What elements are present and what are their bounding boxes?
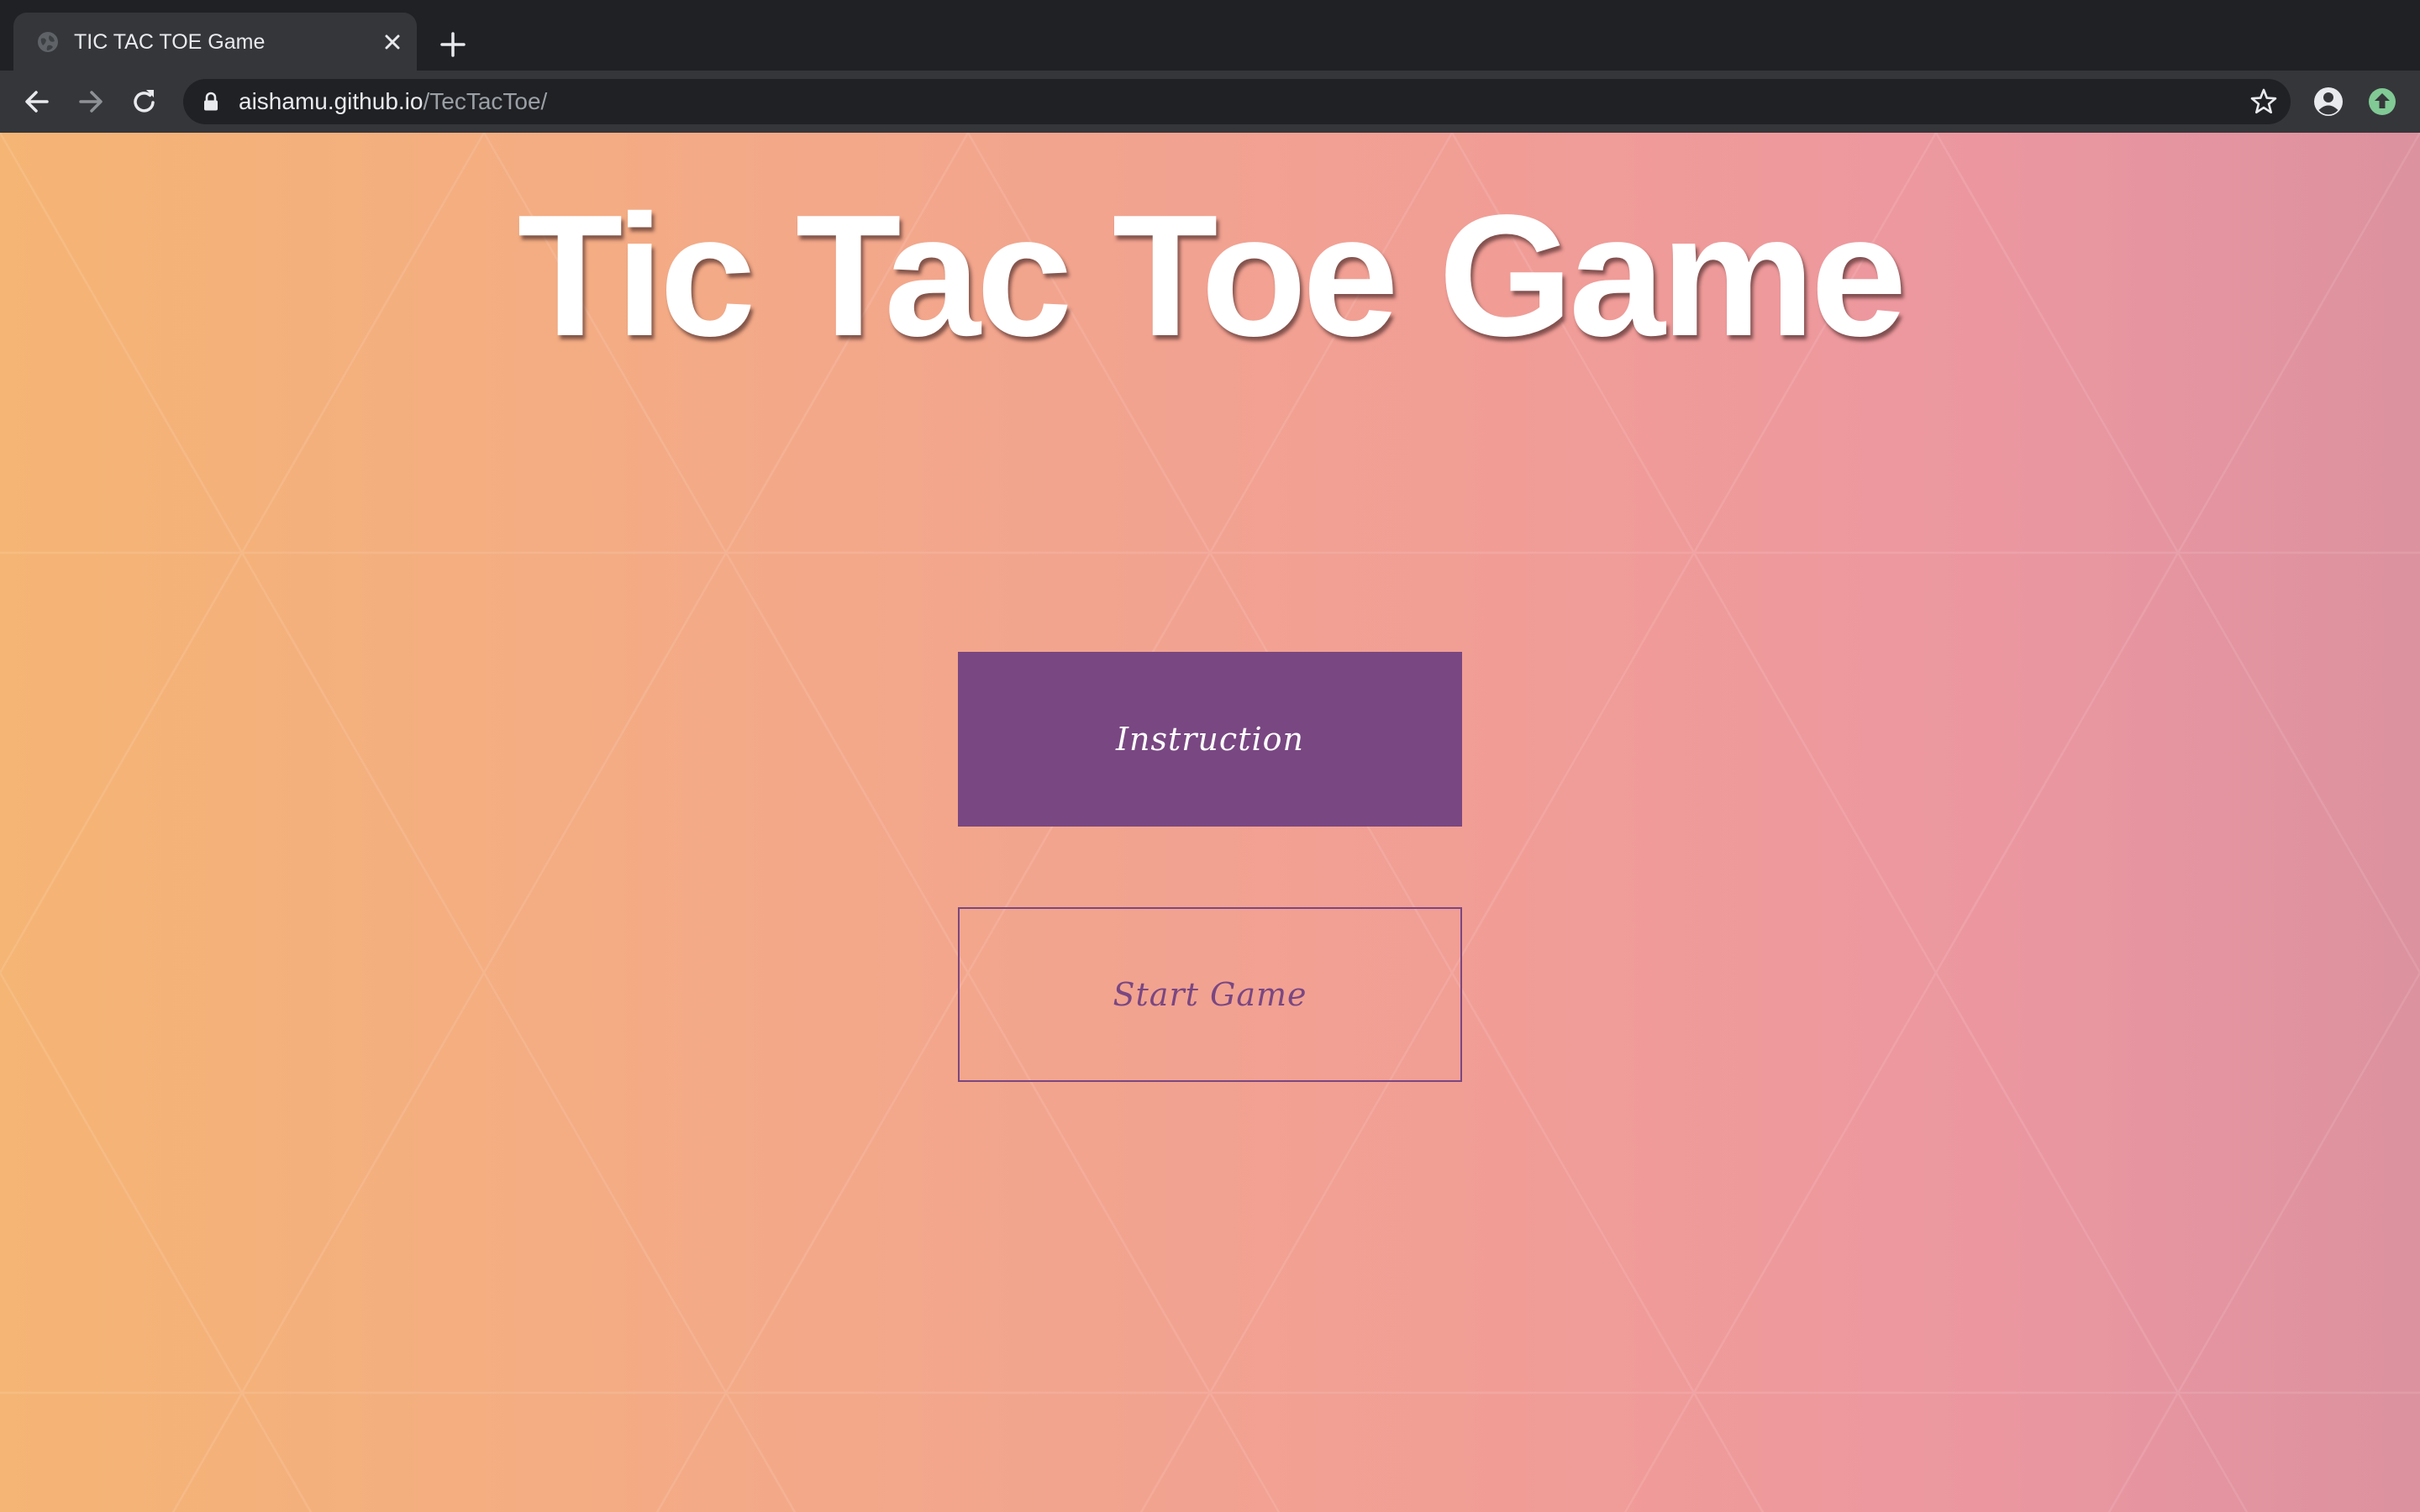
lock-icon [204, 92, 218, 111]
url-text: aishamu.github.io/TecTacToe/ [239, 87, 547, 116]
tab-tic-tac-toe[interactable]: TIC TAC TOE Game [13, 13, 417, 71]
close-icon[interactable] [381, 31, 403, 53]
page-viewport: Tic Tac Toe Game Instruction Start Game [0, 133, 2420, 1512]
globe-icon [38, 32, 58, 52]
url-host: aishamu.github.io [239, 88, 424, 114]
instruction-button[interactable]: Instruction [958, 652, 1462, 827]
reload-icon[interactable] [128, 85, 161, 118]
url-path: /TecTacToe/ [423, 88, 548, 114]
update-arrow-icon[interactable] [2365, 85, 2399, 118]
new-tab-plus-icon[interactable] [437, 29, 469, 60]
account-circle-icon[interactable] [2312, 85, 2345, 118]
page-title: Tic Tac Toe Game [517, 179, 1907, 372]
start-game-button[interactable]: Start Game [958, 907, 1462, 1082]
browser-window: TIC TAC TOE Game aishamu.github.io/TecTa… [0, 0, 2420, 1512]
arrow-right-icon[interactable] [74, 85, 108, 118]
star-icon[interactable] [2249, 87, 2279, 117]
address-bar[interactable]: aishamu.github.io/TecTacToe/ [183, 79, 2291, 124]
browser-toolbar: aishamu.github.io/TecTacToe/ [0, 71, 2420, 133]
tab-strip: TIC TAC TOE Game [0, 0, 2420, 71]
tab-title: TIC TAC TOE Game [74, 30, 266, 54]
arrow-left-icon[interactable] [20, 85, 54, 118]
